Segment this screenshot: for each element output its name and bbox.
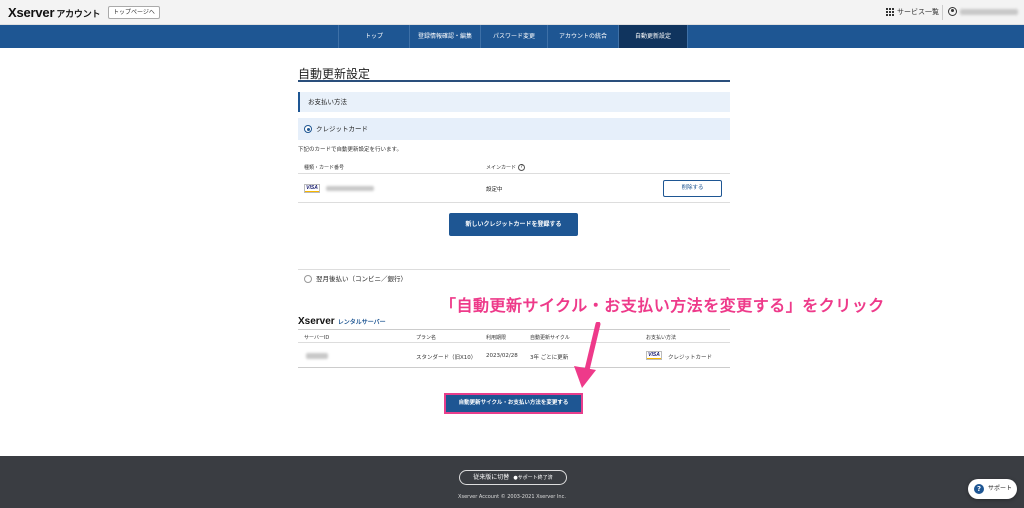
- logo-subtext: アカウント: [56, 9, 101, 19]
- classic-note: ●サポート終了済: [513, 475, 553, 481]
- server-id-redacted: [306, 353, 328, 359]
- col-payment: お支払い方法: [646, 335, 677, 341]
- visa-icon: VISA: [304, 184, 320, 193]
- user-icon: [948, 7, 957, 16]
- support-button[interactable]: ? サポート: [968, 479, 1017, 499]
- radio-credit-card[interactable]: クレジットカード: [298, 118, 730, 140]
- main-card-status: 設定中: [486, 187, 503, 193]
- grid-icon: [886, 8, 894, 16]
- annotation-callout: 「自動更新サイクル・お支払い方法を変更する」をクリック: [440, 296, 885, 315]
- classic-version-button[interactable]: 従来版に切替 ●サポート終了済: [459, 470, 567, 485]
- radio-credit-label: クレジットカード: [316, 125, 368, 133]
- server-logo-subtext: レンタルサーバー: [337, 320, 386, 326]
- change-cycle-payment-button[interactable]: 自動更新サイクル・お支払い方法を変更する: [444, 393, 583, 414]
- xserver-account-logo[interactable]: Xserver アカウント: [8, 5, 101, 20]
- radio-unselected-icon: [304, 275, 312, 283]
- xserver-rental-logo: Xserver レンタルサーバー: [298, 316, 386, 327]
- services-menu[interactable]: サービス一覧: [886, 7, 939, 17]
- card-number-redacted: [326, 186, 374, 191]
- col-main-label: メインカード: [486, 165, 517, 171]
- col-server-id: サーバーID: [304, 335, 330, 341]
- nav-item-top[interactable]: トップ: [338, 25, 409, 48]
- support-label: サポート: [988, 485, 1013, 492]
- nav-item-merge[interactable]: アカウントの統合: [547, 25, 618, 48]
- col-card-type: 種類・カード番号: [304, 165, 345, 171]
- logo-text: Xserver: [8, 5, 55, 20]
- col-main-card: メインカード?: [486, 164, 526, 171]
- card-table-header: 種類・カード番号 メインカード?: [298, 161, 730, 174]
- server-plan: スタンダード（旧X10）: [416, 355, 477, 361]
- radio-convenience-label: 翌月後払い（コンビニ／銀行）: [316, 275, 407, 283]
- card-row: VISA 設定中 削除する: [298, 175, 730, 203]
- server-logo-text: Xserver: [298, 316, 335, 327]
- annotation-arrow-icon: [574, 322, 601, 388]
- user-name-redacted: [960, 8, 1018, 15]
- toppage-button[interactable]: トップページへ: [108, 6, 160, 19]
- nav-item-profile[interactable]: 登録情報確認・編集: [409, 25, 480, 48]
- help-icon[interactable]: ?: [518, 164, 526, 171]
- nav-item-password[interactable]: パスワード変更: [480, 25, 547, 48]
- support-help-icon: ?: [974, 484, 984, 494]
- server-expiry: 2023/02/28: [486, 353, 518, 359]
- main-nav: トップ 登録情報確認・編集 パスワード変更 アカウントの統合 自動更新設定: [0, 25, 1024, 48]
- header-divider: [942, 5, 943, 20]
- card-description: 下記のカードで自動更新設定を行います。: [298, 147, 402, 153]
- section-payment-method: お支払い方法: [298, 92, 730, 112]
- server-row: スタンダード（旧X10） 2023/02/28 3年 ごとに更新 VISA クレ…: [298, 344, 730, 368]
- top-header: Xserver アカウント トップページへ サービス一覧: [0, 0, 1024, 25]
- classic-label: 従来版に切替: [473, 474, 510, 481]
- register-card-button[interactable]: 新しいクレジットカードを登録する: [449, 213, 578, 236]
- title-underline: [298, 80, 730, 82]
- col-plan: プラン名: [416, 335, 437, 341]
- server-payment: クレジットカード: [668, 355, 713, 361]
- col-expiry: 利用期限: [486, 335, 507, 341]
- radio-selected-icon: [304, 125, 312, 133]
- server-table-header: サーバーID プラン名 利用期限 自動更新サイクル お支払い方法: [298, 329, 730, 343]
- radio-convenience[interactable]: 翌月後払い（コンビニ／銀行）: [298, 268, 730, 290]
- footer: 従来版に切替 ●サポート終了済 Xserver Account © 2003-20…: [0, 456, 1024, 508]
- nav-item-auto-renewal[interactable]: 自動更新設定: [618, 25, 688, 48]
- copyright: Xserver Account © 2003-2021 Xserver Inc.: [458, 494, 566, 500]
- user-menu[interactable]: [948, 7, 1018, 16]
- delete-card-button[interactable]: 削除する: [663, 180, 722, 197]
- visa-icon: VISA: [646, 351, 662, 360]
- services-label: サービス一覧: [897, 8, 939, 16]
